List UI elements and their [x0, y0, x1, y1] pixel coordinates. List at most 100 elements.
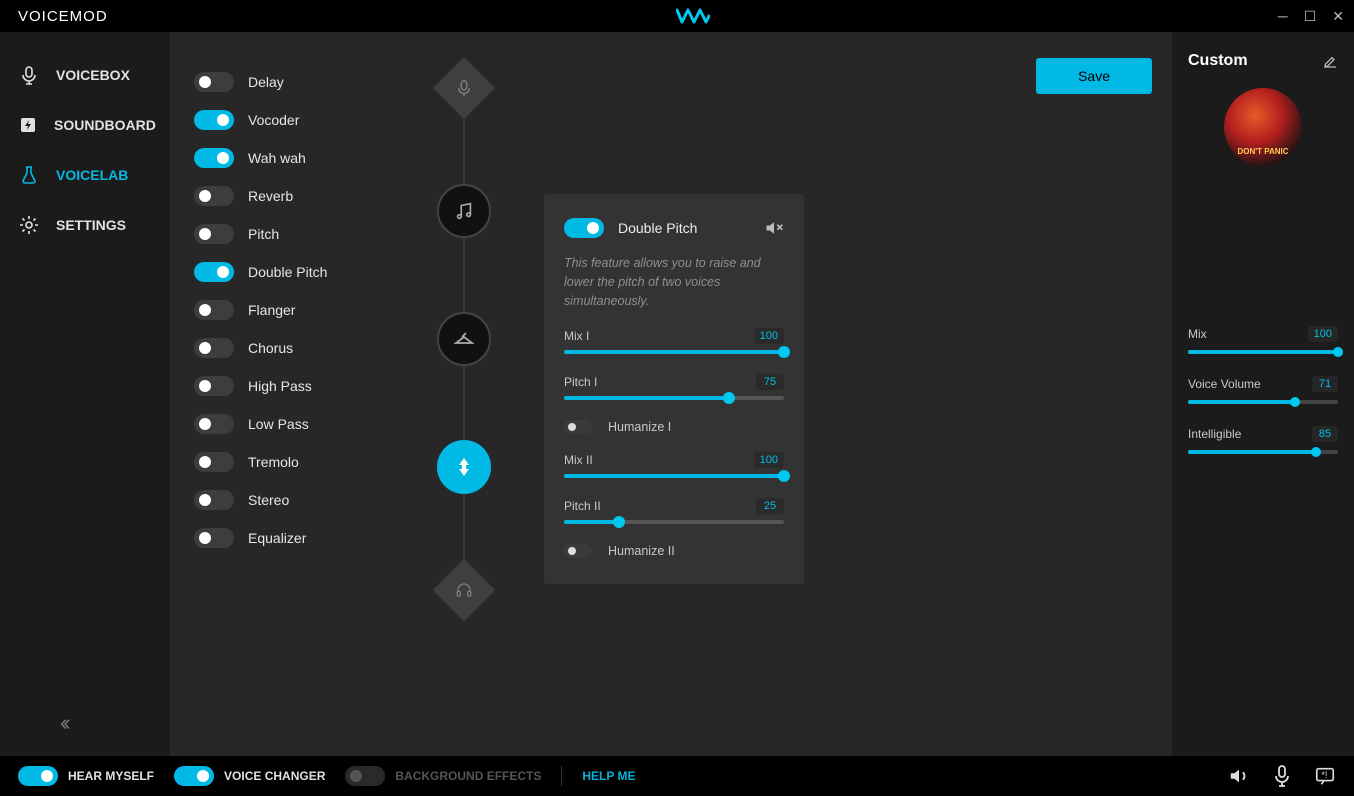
effect-row: Tremolo	[194, 452, 404, 472]
gear-icon	[18, 214, 40, 236]
mic-icon	[18, 64, 40, 86]
humanize1-toggle[interactable]	[564, 420, 592, 434]
param-value: 71	[1312, 376, 1338, 392]
footer-label: HEAR MYSELF	[68, 769, 154, 783]
effect-label: Tremolo	[248, 454, 299, 470]
effect-label: Pitch	[248, 226, 279, 242]
param-label: Voice Volume	[1188, 377, 1261, 391]
effect-label: Double Pitch	[248, 264, 327, 280]
effect-label: Low Pass	[248, 416, 309, 432]
chain-output-node	[433, 559, 495, 621]
effect-toggle[interactable]	[194, 452, 234, 472]
effect-row: Delay	[194, 72, 404, 92]
sidebar-item-soundboard[interactable]: SOUNDBOARD	[0, 100, 170, 150]
flask-icon	[18, 164, 40, 186]
param-value: 100	[1308, 326, 1338, 342]
detail-enable-toggle[interactable]	[564, 218, 604, 238]
detail-title: Double Pitch	[618, 220, 750, 236]
title-bar: VOICEMOD ─ ☐ ✕	[0, 0, 1354, 32]
mute-icon[interactable]	[764, 218, 784, 238]
custom-panel: Custom DON'T PANIC Mix 100 Voice Volume 71…	[1172, 32, 1354, 756]
effect-label: Equalizer	[248, 530, 306, 546]
bolt-icon	[18, 114, 38, 136]
effect-toggle[interactable]	[194, 262, 234, 282]
sidebar-item-settings[interactable]: SETTINGS	[0, 200, 170, 250]
effect-row: Low Pass	[194, 414, 404, 434]
effect-chain	[404, 66, 524, 736]
effect-toggle[interactable]	[194, 224, 234, 244]
effect-row: Chorus	[194, 338, 404, 358]
window-minimize-button[interactable]: ─	[1278, 8, 1288, 25]
param-label: Pitch II	[564, 499, 601, 513]
app-name: VOICEMOD	[18, 8, 108, 25]
effect-label: Flanger	[248, 302, 295, 318]
effect-detail-panel: Double Pitch This feature allows you to …	[544, 194, 804, 584]
effect-toggle[interactable]	[194, 490, 234, 510]
sidebar-collapse-button[interactable]: ‹‹	[0, 710, 170, 736]
custom-title: Custom	[1188, 52, 1248, 70]
footer-label: VOICE CHANGER	[224, 769, 325, 783]
sidebar-item-label: VOICELAB	[56, 167, 128, 183]
hear-myself-control: HEAR MYSELF	[18, 766, 154, 786]
effect-label: Wah wah	[248, 150, 306, 166]
background-effects-control: BACKGROUND EFFECTS	[345, 766, 541, 786]
effect-toggle[interactable]	[194, 376, 234, 396]
effect-row: Equalizer	[194, 528, 404, 548]
sidebar-item-voicebox[interactable]: VOICEBOX	[0, 50, 170, 100]
pitch2-slider[interactable]	[564, 520, 784, 524]
chain-node-double-pitch[interactable]	[437, 440, 491, 494]
custom-voice-volume-slider[interactable]	[1188, 400, 1338, 404]
effect-toggle[interactable]	[194, 186, 234, 206]
effect-toggle[interactable]	[194, 338, 234, 358]
pitch1-slider[interactable]	[564, 396, 784, 400]
humanize2-toggle[interactable]	[564, 544, 592, 558]
effect-toggle[interactable]	[194, 72, 234, 92]
voice-changer-control: VOICE CHANGER	[174, 766, 325, 786]
effect-label: Vocoder	[248, 112, 299, 128]
param-value: 100	[754, 328, 784, 344]
param-label: Humanize I	[608, 420, 671, 434]
param-value: 25	[756, 498, 784, 514]
save-button[interactable]: Save	[1036, 58, 1152, 94]
param-label: Mix	[1188, 327, 1207, 341]
custom-intelligible-slider[interactable]	[1188, 450, 1338, 454]
effect-row: High Pass	[194, 376, 404, 396]
hear-myself-toggle[interactable]	[18, 766, 58, 786]
sidebar-item-voicelab[interactable]: VOICELAB	[0, 150, 170, 200]
mix1-slider[interactable]	[564, 350, 784, 354]
detail-description: This feature allows you to raise and low…	[564, 254, 784, 310]
param-label: Pitch I	[564, 375, 597, 389]
edit-icon[interactable]	[1322, 53, 1338, 69]
mic-icon	[455, 79, 473, 97]
sidebar-item-label: SOUNDBOARD	[54, 117, 156, 133]
param-label: Mix I	[564, 329, 589, 343]
mix2-slider[interactable]	[564, 474, 784, 478]
effect-row: Reverb	[194, 186, 404, 206]
footer-bar: HEAR MYSELF VOICE CHANGER BACKGROUND EFF…	[0, 756, 1354, 796]
effect-toggle[interactable]	[194, 300, 234, 320]
effect-toggle[interactable]	[194, 110, 234, 130]
chain-node-wahwah[interactable]	[437, 312, 491, 366]
window-maximize-button[interactable]: ☐	[1304, 8, 1317, 25]
effect-toggle[interactable]	[194, 148, 234, 168]
background-effects-toggle[interactable]	[345, 766, 385, 786]
mic-icon[interactable]	[1272, 765, 1292, 787]
custom-avatar[interactable]: DON'T PANIC	[1224, 88, 1302, 166]
speaker-icon[interactable]	[1228, 765, 1250, 787]
effect-row: Stereo	[194, 490, 404, 510]
help-link[interactable]: HELP ME	[582, 769, 635, 783]
effect-label: High Pass	[248, 378, 312, 394]
feedback-icon[interactable]: *!	[1314, 765, 1336, 787]
custom-mix-slider[interactable]	[1188, 350, 1338, 354]
effect-toggle[interactable]	[194, 414, 234, 434]
effect-toggle[interactable]	[194, 528, 234, 548]
sidebar-item-label: SETTINGS	[56, 217, 126, 233]
chain-input-node	[433, 57, 495, 119]
window-close-button[interactable]: ✕	[1332, 8, 1344, 25]
sidebar: VOICEBOX SOUNDBOARD VOICELAB SETTINGS ‹‹	[0, 32, 170, 756]
effects-list: Delay Vocoder Wah wah Reverb Pitch Double Pit…	[194, 66, 404, 736]
effect-row: Double Pitch	[194, 262, 404, 282]
svg-text:*!: *!	[1321, 770, 1327, 780]
voice-changer-toggle[interactable]	[174, 766, 214, 786]
chain-node-vocoder[interactable]	[437, 184, 491, 238]
